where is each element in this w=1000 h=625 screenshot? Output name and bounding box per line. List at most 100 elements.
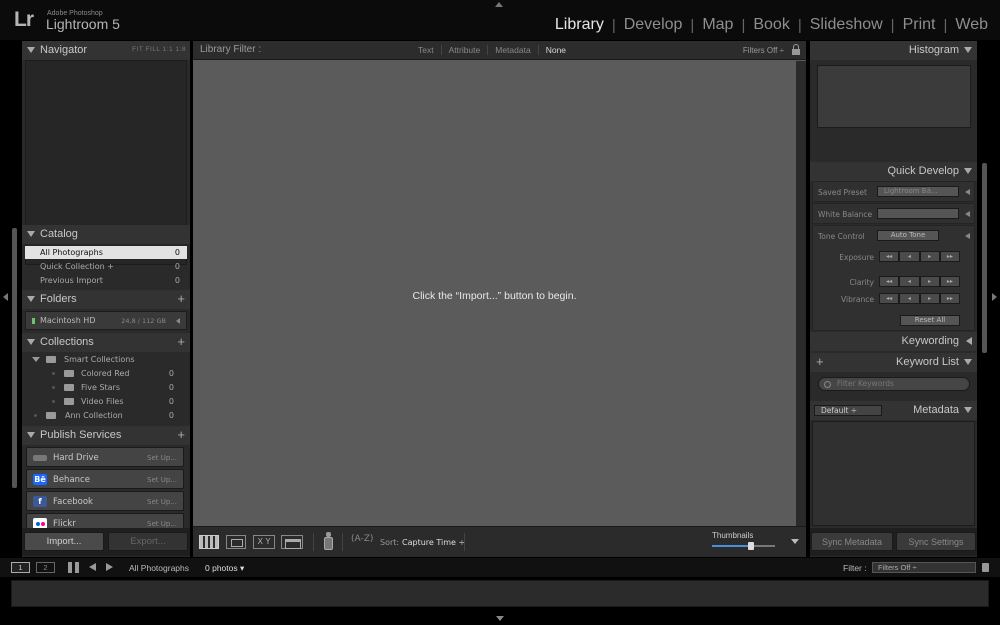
compare-view-icon[interactable]: X Y xyxy=(253,535,275,549)
module-book[interactable]: Book xyxy=(751,16,791,34)
collapse-triangle-icon[interactable] xyxy=(27,432,35,438)
module-map[interactable]: Map xyxy=(700,16,735,34)
keyword-list-header[interactable]: + Keyword List xyxy=(810,353,977,372)
step-decrease[interactable]: ◂ xyxy=(899,251,920,262)
histogram-header[interactable]: Histogram xyxy=(810,41,977,60)
add-publish-service-icon[interactable]: + xyxy=(177,427,185,442)
keywording-header[interactable]: Keywording xyxy=(810,332,977,351)
thumbnail-size-slider[interactable] xyxy=(712,542,775,550)
step-large-decrease[interactable]: ◂◂ xyxy=(879,251,900,262)
step-decrease[interactable]: ◂ xyxy=(899,293,920,304)
export-button[interactable]: Export... xyxy=(108,532,188,551)
step-large-increase[interactable]: ▸▸ xyxy=(939,251,960,262)
filmstrip-filter-dropdown[interactable]: Filters Off ÷ xyxy=(872,562,976,573)
collection-ann-collection[interactable]: Ann Collection 0 xyxy=(22,409,184,423)
quick-develop-header[interactable]: Quick Develop xyxy=(810,162,977,181)
setup-link[interactable]: Set Up... xyxy=(147,520,177,528)
grid-scrollbar[interactable] xyxy=(796,61,806,526)
clarity-stepper[interactable]: ◂◂ ◂ ▸ ▸▸ xyxy=(879,276,960,287)
folders-header[interactable]: Folders + xyxy=(22,290,190,309)
module-library[interactable]: Library xyxy=(553,16,606,34)
collection-colored-red[interactable]: Colored Red 0 xyxy=(22,367,184,381)
filter-tab-none[interactable]: None xyxy=(537,45,573,55)
left-panel-toggle-icon[interactable] xyxy=(3,293,8,301)
thumbnail-slider-knob[interactable] xyxy=(748,542,755,550)
expand-triangle-icon[interactable] xyxy=(32,357,40,362)
collection-set-smart-collections[interactable]: Smart Collections xyxy=(22,353,184,367)
step-decrease[interactable]: ◂ xyxy=(899,276,920,287)
painter-spray-can-icon[interactable] xyxy=(324,532,333,550)
step-increase[interactable]: ▸ xyxy=(919,251,940,262)
collapse-triangle-icon[interactable] xyxy=(964,359,972,365)
catalog-header[interactable]: Catalog xyxy=(22,225,190,244)
filmstrip[interactable] xyxy=(11,580,989,607)
catalog-item-all-photographs[interactable]: All Photographs 0 xyxy=(25,246,187,259)
add-folder-icon[interactable]: + xyxy=(177,291,185,306)
collapse-triangle-icon[interactable] xyxy=(27,296,35,302)
volume-expand-icon[interactable] xyxy=(176,318,180,324)
collection-video-files[interactable]: Video Files 0 xyxy=(22,395,184,409)
grid-view-icon[interactable] xyxy=(199,535,219,549)
left-panel-scrollbar[interactable] xyxy=(12,228,17,488)
grid-icon[interactable] xyxy=(68,562,79,573)
publish-services-header[interactable]: Publish Services + xyxy=(22,426,190,445)
collapse-triangle-icon[interactable] xyxy=(964,47,972,53)
navigator-header[interactable]: Navigator FIT FILL 1:1 1:8 xyxy=(22,41,190,60)
collapse-triangle-icon[interactable] xyxy=(964,168,972,174)
auto-tone-button[interactable]: Auto Tone xyxy=(877,230,939,241)
filmstrip-source[interactable]: All Photographs xyxy=(129,563,189,573)
white-balance-dropdown[interactable] xyxy=(877,208,959,219)
step-large-increase[interactable]: ▸▸ xyxy=(939,293,960,304)
publish-service-behance[interactable]: Bē Behance Set Up... xyxy=(26,469,184,489)
step-large-increase[interactable]: ▸▸ xyxy=(939,276,960,287)
import-button[interactable]: Import... xyxy=(24,532,104,551)
setup-link[interactable]: Set Up... xyxy=(147,476,177,484)
module-print[interactable]: Print xyxy=(901,16,938,34)
volume-macintosh-hd[interactable]: Macintosh HD 24,8 / 112 GB xyxy=(25,311,187,330)
step-increase[interactable]: ▸ xyxy=(919,293,940,304)
step-large-decrease[interactable]: ◂◂ xyxy=(879,276,900,287)
toolbar-menu-chevron-down-icon[interactable] xyxy=(791,539,799,544)
publish-service-facebook[interactable]: f Facebook Set Up... xyxy=(26,491,184,511)
collapse-triangle-icon[interactable] xyxy=(27,339,35,345)
sort-direction-icon[interactable]: (A-Z) xyxy=(351,534,373,544)
survey-view-icon[interactable] xyxy=(281,535,303,549)
metadata-preset-dropdown[interactable]: Default ÷ xyxy=(814,405,882,416)
collections-header[interactable]: Collections + xyxy=(22,333,190,352)
saved-preset-dropdown[interactable]: Lightroom Bā... xyxy=(877,186,959,197)
filter-keywords-input[interactable]: Filter Keywords xyxy=(818,377,970,391)
filter-preset-dropdown[interactable]: Filters Off ÷ xyxy=(743,46,784,55)
collapse-triangle-icon[interactable] xyxy=(964,407,972,413)
loupe-view-icon[interactable] xyxy=(226,535,246,549)
setup-link[interactable]: Set Up... xyxy=(147,454,177,462)
back-arrow-icon[interactable] xyxy=(89,563,96,571)
filter-tab-metadata[interactable]: Metadata xyxy=(487,45,537,55)
sync-metadata-button[interactable]: Sync Metadata xyxy=(811,532,893,551)
setup-link[interactable]: Set Up... xyxy=(147,498,177,506)
expand-arrow-icon[interactable] xyxy=(965,211,970,217)
publish-service-hard-drive[interactable]: Hard Drive Set Up... xyxy=(26,447,184,467)
filter-lock-icon[interactable] xyxy=(982,563,989,572)
reset-all-button[interactable]: Reset All xyxy=(900,315,960,326)
add-keyword-icon[interactable]: + xyxy=(816,354,824,369)
secondary-display-button[interactable]: 2 xyxy=(36,562,55,573)
expand-arrow-icon[interactable] xyxy=(965,233,970,239)
module-slideshow[interactable]: Slideshow xyxy=(808,16,885,34)
collection-five-stars[interactable]: Five Stars 0 xyxy=(22,381,184,395)
step-increase[interactable]: ▸ xyxy=(919,276,940,287)
photo-count-dropdown[interactable]: 0 photos ▾ xyxy=(205,563,244,574)
photo-grid[interactable]: Click the “Import...” button to begin. xyxy=(193,61,796,526)
exposure-stepper[interactable]: ◂◂ ◂ ▸ ▸▸ xyxy=(879,251,960,262)
bottom-panel-toggle-icon[interactable] xyxy=(496,616,504,621)
collapse-triangle-icon[interactable] xyxy=(27,231,35,237)
top-panel-toggle-icon[interactable] xyxy=(495,2,503,7)
step-large-decrease[interactable]: ◂◂ xyxy=(879,293,900,304)
collapse-triangle-icon[interactable] xyxy=(27,47,35,53)
primary-display-button[interactable]: 1 xyxy=(11,562,30,573)
vibrance-stepper[interactable]: ◂◂ ◂ ▸ ▸▸ xyxy=(879,293,960,304)
filter-tab-attribute[interactable]: Attribute xyxy=(440,45,488,55)
catalog-item-previous-import[interactable]: Previous Import 0 xyxy=(25,274,187,287)
catalog-item-quick-collection[interactable]: Quick Collection + 0 xyxy=(25,260,187,273)
module-develop[interactable]: Develop xyxy=(622,16,685,34)
filter-tab-text[interactable]: Text xyxy=(411,45,441,55)
